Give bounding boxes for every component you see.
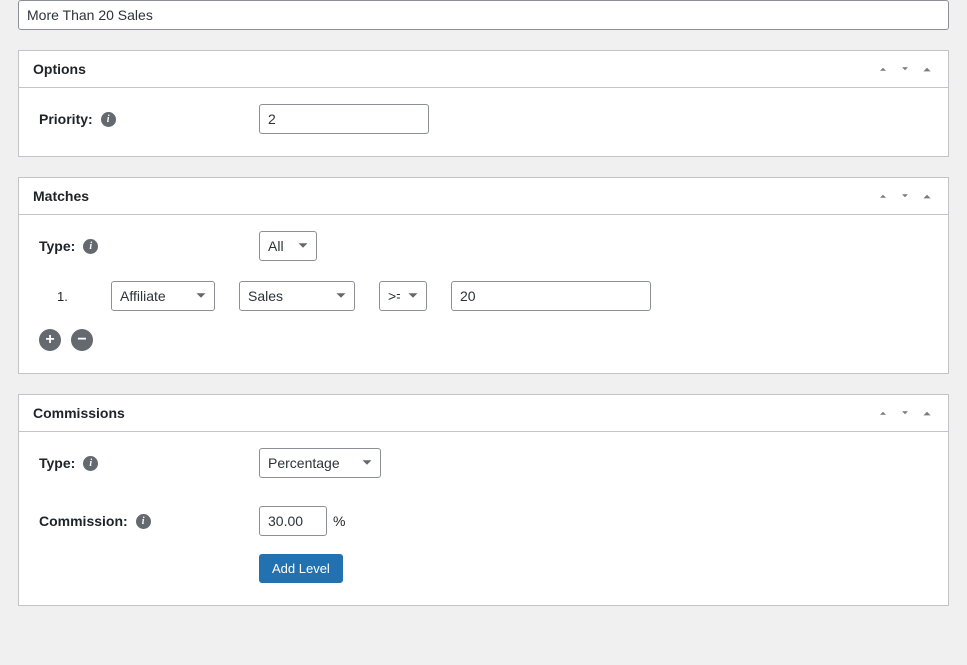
chevron-down-icon[interactable]: [898, 62, 912, 76]
commissions-type-select[interactable]: Percentage: [259, 448, 381, 478]
panel-options-header: Options: [19, 51, 948, 88]
panel-options: Options Priority: i: [18, 50, 949, 157]
panel-options-heading: Options: [33, 61, 86, 77]
remove-rule-button[interactable]: −: [71, 329, 93, 351]
matches-type-label: Type:: [39, 238, 75, 254]
info-icon[interactable]: i: [101, 112, 116, 127]
add-rule-button[interactable]: +: [39, 329, 61, 351]
commission-label: Commission:: [39, 513, 128, 529]
collapse-icon[interactable]: [920, 406, 934, 420]
panel-commissions-header: Commissions: [19, 395, 948, 432]
chevron-down-icon[interactable]: [898, 406, 912, 420]
priority-input[interactable]: [259, 104, 429, 134]
rule-row: 1. Affiliate Sales >=: [57, 281, 928, 311]
panel-matches-header: Matches: [19, 178, 948, 215]
rule-value-input[interactable]: [451, 281, 651, 311]
panel-matches-heading: Matches: [33, 188, 89, 204]
info-icon[interactable]: i: [136, 514, 151, 529]
rule-subject-select[interactable]: Affiliate: [111, 281, 215, 311]
chevron-up-icon[interactable]: [876, 406, 890, 420]
commissions-type-label: Type:: [39, 455, 75, 471]
rule-metric-select[interactable]: Sales: [239, 281, 355, 311]
commission-input[interactable]: [259, 506, 327, 536]
rule-number: 1.: [57, 289, 87, 304]
chevron-up-icon[interactable]: [876, 62, 890, 76]
priority-label: Priority:: [39, 111, 93, 127]
collapse-icon[interactable]: [920, 189, 934, 203]
chevron-up-icon[interactable]: [876, 189, 890, 203]
title-input[interactable]: [18, 0, 949, 30]
panel-matches: Matches Type: i All 1. Affiliate Sales: [18, 177, 949, 374]
collapse-icon[interactable]: [920, 62, 934, 76]
commission-suffix: %: [333, 513, 345, 529]
rule-operator-select[interactable]: >=: [379, 281, 427, 311]
info-icon[interactable]: i: [83, 239, 98, 254]
panel-commissions: Commissions Type: i Percentage Commissio…: [18, 394, 949, 606]
chevron-down-icon[interactable]: [898, 189, 912, 203]
matches-type-select[interactable]: All: [259, 231, 317, 261]
panel-commissions-heading: Commissions: [33, 405, 125, 421]
add-level-button[interactable]: Add Level: [259, 554, 343, 583]
info-icon[interactable]: i: [83, 456, 98, 471]
